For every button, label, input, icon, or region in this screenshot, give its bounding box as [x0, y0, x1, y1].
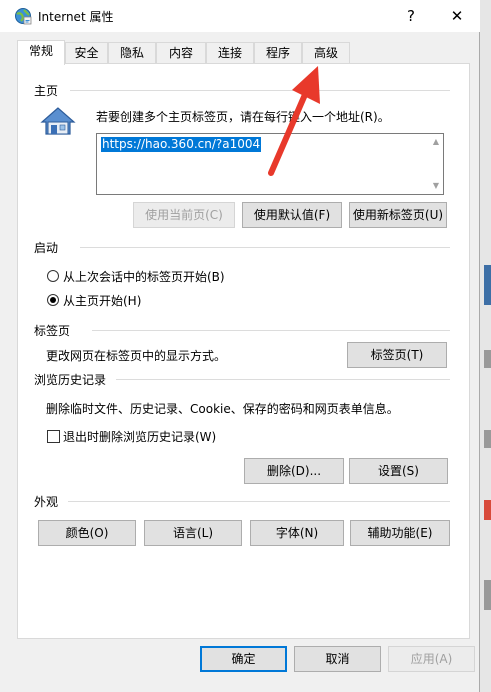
- use-current-button[interactable]: 使用当前页(C): [133, 202, 235, 228]
- startup-section-title: 启动: [34, 241, 59, 255]
- radio-last-session-label: 从上次会话中的标签页开始(B): [63, 270, 225, 284]
- internet-options-window: Internet 属性 ? ✕ 常规 安全 隐私 内容 连接 程序 高级 主页 …: [0, 0, 480, 692]
- tab-content[interactable]: 内容: [156, 42, 206, 64]
- delete-history-button[interactable]: 删除(D)...: [244, 458, 344, 484]
- tab-privacy[interactable]: 隐私: [108, 42, 156, 64]
- homepage-url-text: https://hao.360.cn/?a1004: [101, 137, 262, 152]
- appearance-divider: [68, 501, 450, 502]
- homepage-description: 若要创建多个主页标签页，请在每行键入一个地址(R)。: [96, 110, 390, 124]
- tabs-section-title: 标签页: [34, 324, 71, 338]
- internet-globe-icon: [15, 8, 32, 25]
- cancel-button[interactable]: 取消: [294, 646, 381, 672]
- house-icon: [40, 107, 76, 135]
- homepage-section-title: 主页: [34, 84, 59, 98]
- languages-button[interactable]: 语言(L): [144, 520, 242, 546]
- radio-last-session[interactable]: [47, 270, 59, 282]
- use-new-tab-button[interactable]: 使用新标签页(U): [349, 202, 447, 228]
- tab-connections[interactable]: 连接: [206, 42, 254, 64]
- tabs-settings-button[interactable]: 标签页(T): [347, 342, 447, 368]
- history-settings-button[interactable]: 设置(S): [349, 458, 448, 484]
- fonts-button[interactable]: 字体(N): [250, 520, 344, 546]
- window-title: Internet 属性: [38, 10, 114, 24]
- radio-home-page[interactable]: [47, 294, 59, 306]
- accessibility-button[interactable]: 辅助功能(E): [350, 520, 450, 546]
- background-window-edge: [480, 0, 491, 692]
- radio-home-page-label: 从主页开始(H): [63, 294, 142, 308]
- tabs-description: 更改网页在标签页中的显示方式。: [46, 349, 227, 363]
- use-default-button[interactable]: 使用默认值(F): [242, 202, 342, 228]
- ok-button[interactable]: 确定: [200, 646, 287, 672]
- delete-on-exit-checkbox[interactable]: [47, 430, 60, 443]
- title-bar[interactable]: Internet 属性 ? ✕: [0, 0, 480, 32]
- history-description: 删除临时文件、历史记录、Cookie、保存的密码和网页表单信息。: [46, 402, 399, 416]
- close-button[interactable]: ✕: [434, 0, 480, 32]
- help-button[interactable]: ?: [388, 0, 434, 32]
- tab-security[interactable]: 安全: [65, 42, 108, 64]
- apply-button[interactable]: 应用(A): [388, 646, 475, 672]
- scroll-down-arrow-icon[interactable]: ▼: [431, 181, 441, 191]
- appearance-section-title: 外观: [34, 495, 59, 509]
- annotation-arrow-icon: [268, 66, 320, 176]
- history-divider: [116, 379, 450, 380]
- tab-general[interactable]: 常规: [17, 40, 65, 65]
- delete-on-exit-label: 退出时删除浏览历史记录(W): [63, 430, 217, 444]
- tabs-divider: [92, 330, 450, 331]
- scroll-up-arrow-icon[interactable]: ▲: [431, 137, 441, 147]
- colors-button[interactable]: 颜色(O): [38, 520, 136, 546]
- history-section-title: 浏览历史记录: [34, 373, 107, 387]
- homepage-divider: [70, 90, 450, 91]
- startup-divider: [80, 247, 450, 248]
